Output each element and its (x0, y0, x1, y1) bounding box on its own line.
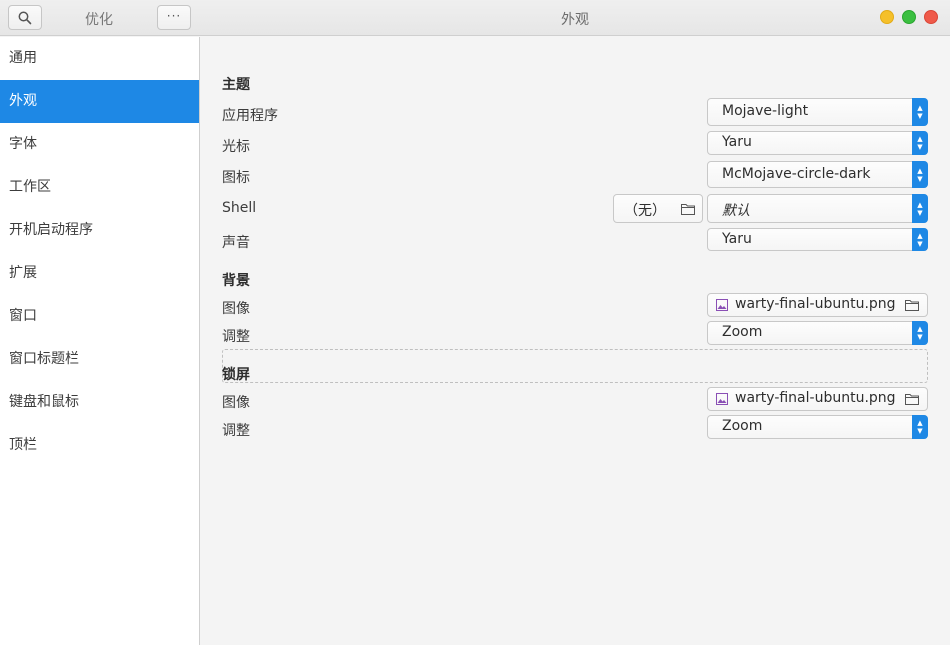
appearance-panel: 主题 应用程序 Mojave-light ▲ ▼ 光标 Yaru ▲ ▼ 图标 Mc… (201, 37, 950, 645)
sidebar: 通用 外观 字体 工作区 开机启动程序 扩展 窗口 窗口标题栏 键盘和鼠标 顶栏 (0, 37, 200, 645)
lock-screen-section-title: 锁屏 (222, 367, 250, 383)
sidebar-item-workspaces[interactable]: 工作区 (0, 166, 199, 209)
lock-screen-adjustment-value: Zoom (722, 418, 763, 434)
applications-label: 应用程序 (222, 108, 278, 124)
shell-label: Shell (222, 200, 257, 216)
applications-theme-value: Mojave-light (722, 103, 809, 119)
sound-label: 声音 (222, 235, 250, 251)
search-icon (18, 11, 32, 24)
maximize-button[interactable] (902, 10, 916, 24)
chevron-updown-icon: ▲ ▼ (912, 321, 928, 345)
lock-screen-adjustment-label: 调整 (222, 423, 250, 439)
background-adjustment-select[interactable]: Zoom ▲ ▼ (707, 321, 928, 345)
background-image-label: 图像 (222, 301, 250, 317)
themes-section-title: 主题 (222, 77, 250, 93)
lock-screen-adjustment-select[interactable]: Zoom ▲ ▼ (707, 415, 928, 439)
lock-screen-image-chooser[interactable]: warty-final-ubuntu.png (707, 387, 928, 411)
chevron-updown-icon: ▲ ▼ (912, 98, 928, 126)
folder-icon (905, 394, 919, 405)
background-image-chooser[interactable]: warty-final-ubuntu.png (707, 293, 928, 317)
sidebar-item-general[interactable]: 通用 (0, 37, 199, 80)
icons-label: 图标 (222, 170, 250, 186)
lock-screen-image-label: 图像 (222, 395, 250, 411)
minimize-button[interactable] (880, 10, 894, 24)
sidebar-item-keyboard-mouse[interactable]: 键盘和鼠标 (0, 381, 199, 424)
chevron-updown-icon: ▲ ▼ (912, 415, 928, 439)
sidebar-item-startup-applications[interactable]: 开机启动程序 (0, 209, 199, 252)
search-button[interactable] (8, 5, 42, 30)
image-file-icon (716, 393, 728, 405)
background-adjustment-value: Zoom (722, 324, 763, 340)
cursor-theme-value: Yaru (722, 134, 752, 150)
folder-icon (905, 300, 919, 311)
sidebar-item-appearance[interactable]: 外观 (0, 80, 199, 123)
more-button[interactable]: ··· (157, 5, 191, 30)
header-bar: 优化 ··· 外观 (0, 0, 950, 36)
applications-theme-select[interactable]: Mojave-light ▲ ▼ (707, 98, 928, 126)
close-button[interactable] (924, 10, 938, 24)
chevron-updown-icon: ▲ ▼ (912, 194, 928, 223)
chevron-updown-icon: ▲ ▼ (912, 131, 928, 155)
sound-theme-value: Yaru (722, 231, 752, 247)
sidebar-item-windows[interactable]: 窗口 (0, 295, 199, 338)
image-file-icon (716, 299, 728, 311)
cursor-label: 光标 (222, 139, 250, 155)
background-adjustment-label: 调整 (222, 329, 250, 345)
page-title: 外观 (561, 12, 589, 28)
sound-theme-select[interactable]: Yaru ▲ ▼ (707, 228, 928, 251)
icons-theme-value: McMojave-circle-dark (722, 166, 871, 182)
shell-theme-value: 默认 (722, 203, 750, 219)
shell-theme-select[interactable]: 默认 ▲ ▼ (707, 194, 928, 223)
shell-file-chooser[interactable]: （无） (613, 194, 703, 223)
icons-theme-select[interactable]: McMojave-circle-dark ▲ ▼ (707, 161, 928, 188)
lock-screen-image-value: warty-final-ubuntu.png (735, 390, 896, 406)
cursor-theme-select[interactable]: Yaru ▲ ▼ (707, 131, 928, 155)
background-section-title: 背景 (222, 273, 250, 289)
folder-icon (681, 204, 695, 215)
sidebar-item-extensions[interactable]: 扩展 (0, 252, 199, 295)
chevron-updown-icon: ▲ ▼ (912, 161, 928, 188)
app-title: 优化 (85, 12, 113, 28)
shell-file-value: （无） (624, 203, 666, 219)
background-image-value: warty-final-ubuntu.png (735, 296, 896, 312)
sidebar-item-window-titlebars[interactable]: 窗口标题栏 (0, 338, 199, 381)
chevron-updown-icon: ▲ ▼ (912, 228, 928, 251)
sidebar-item-fonts[interactable]: 字体 (0, 123, 199, 166)
sidebar-item-top-bar[interactable]: 顶栏 (0, 424, 199, 467)
section-separator (222, 349, 928, 383)
